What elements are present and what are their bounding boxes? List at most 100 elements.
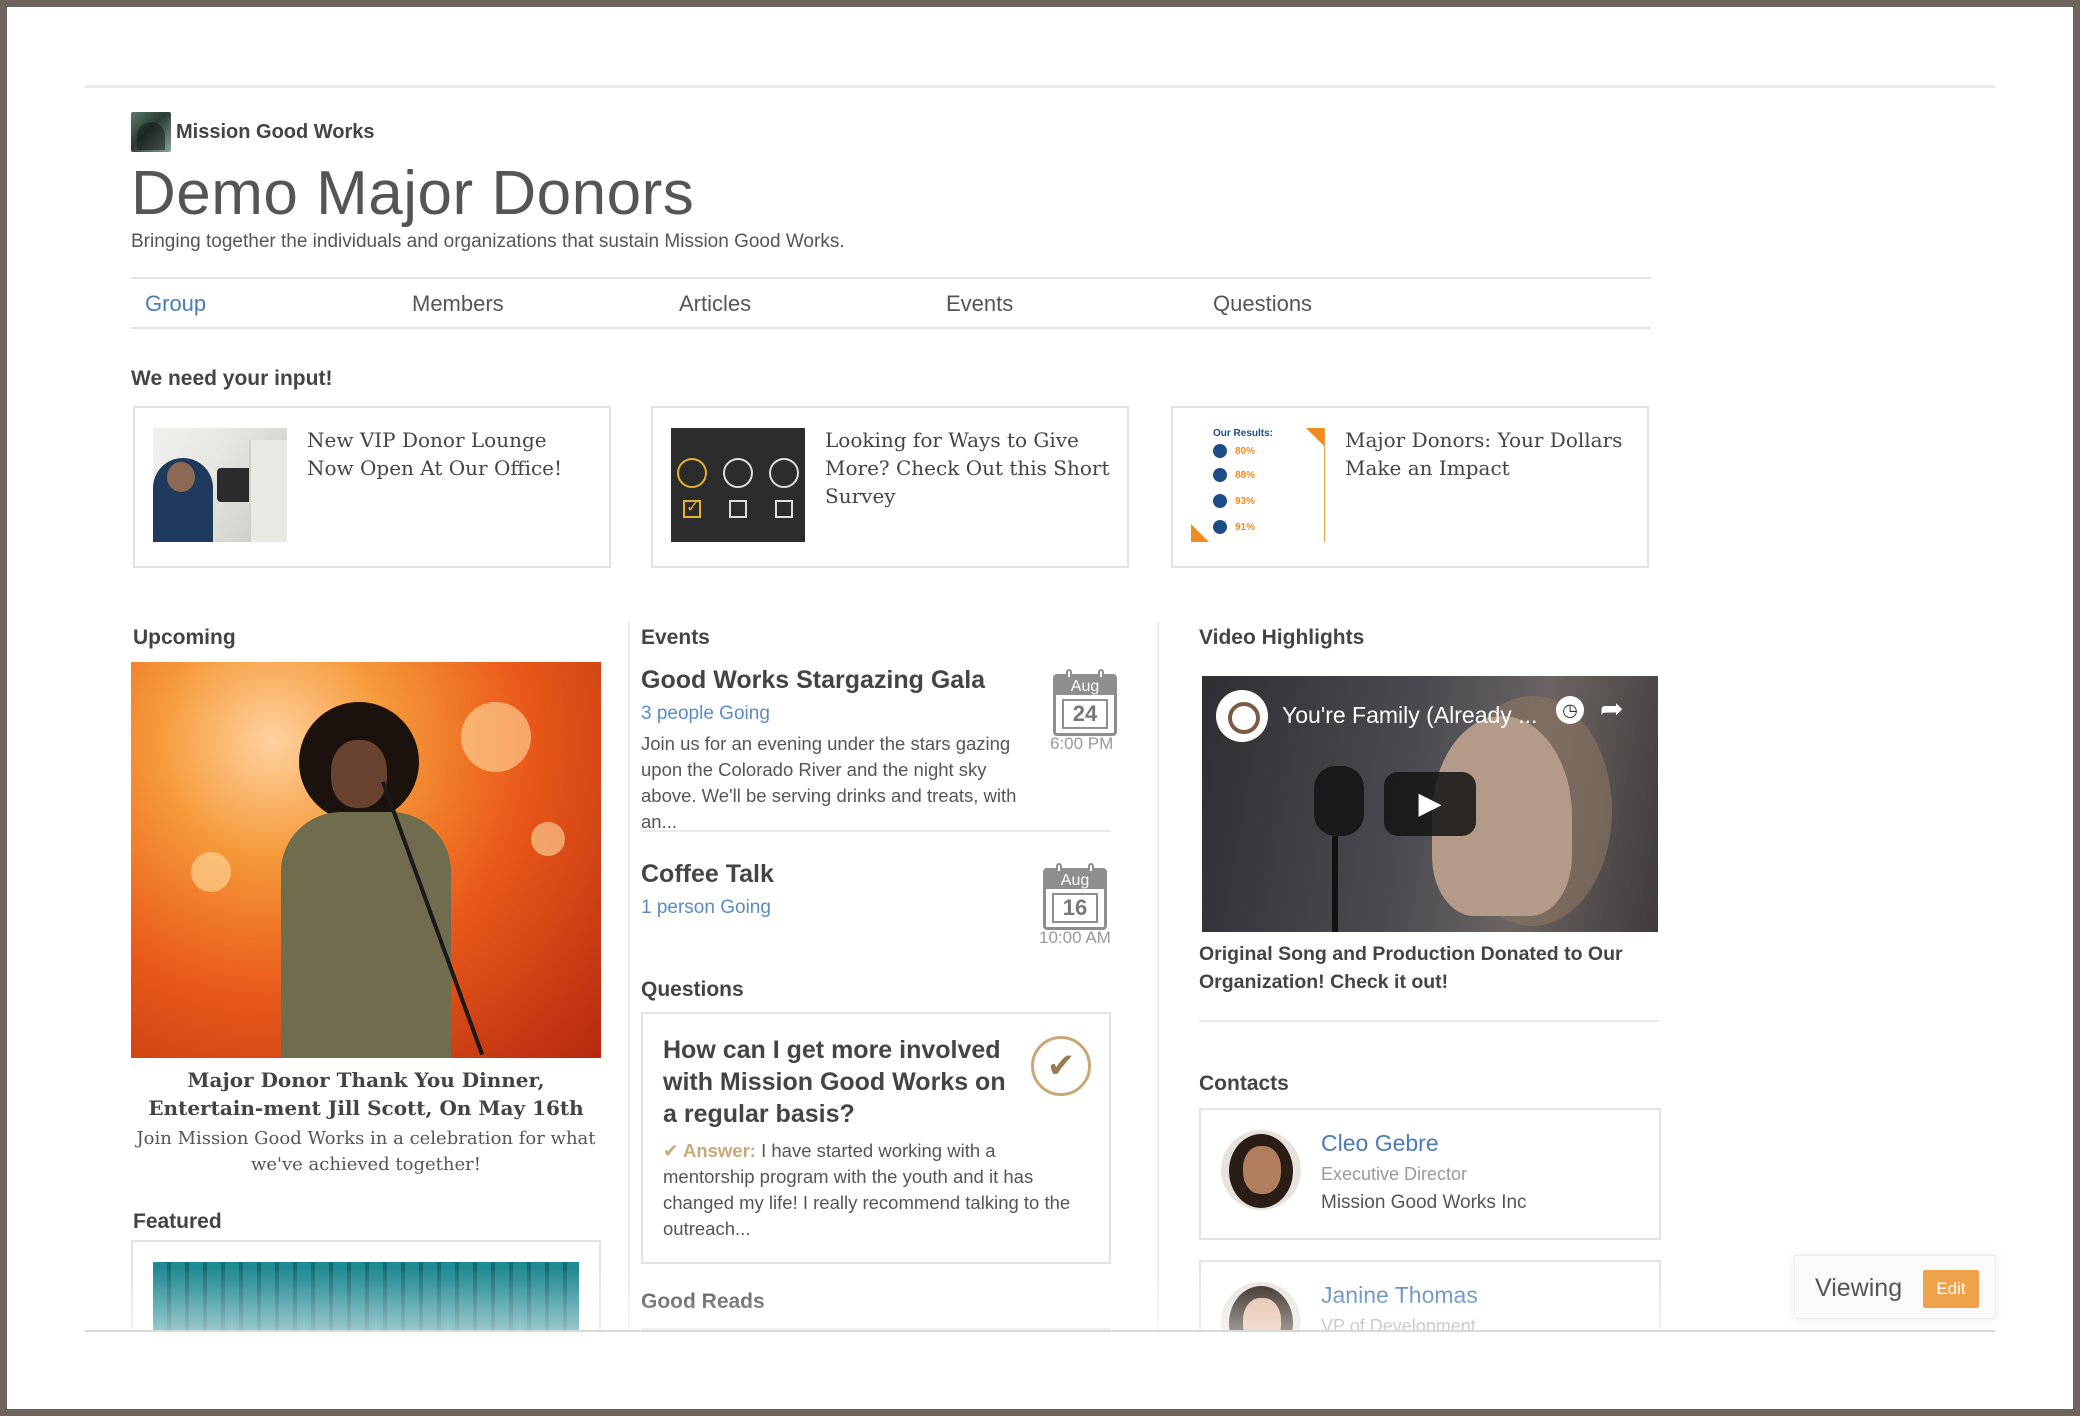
infographic-stat: 91% bbox=[1213, 520, 1255, 534]
tab-members[interactable]: Members bbox=[412, 291, 504, 317]
stage-light bbox=[191, 852, 231, 892]
person-head bbox=[167, 462, 195, 492]
promo-card-survey[interactable]: Looking for Ways to Give More? Check Out… bbox=[651, 406, 1129, 568]
promo-card-impact[interactable]: Our Results: 80% 88% 93% 91% Major Donor… bbox=[1171, 406, 1649, 568]
answered-check-icon: ✔ bbox=[1031, 1036, 1091, 1096]
viewing-label: Viewing bbox=[1815, 1274, 1903, 1302]
infographic-corner bbox=[1306, 428, 1324, 446]
tab-questions[interactable]: Questions bbox=[1213, 291, 1312, 317]
page-title: Demo Major Donors bbox=[131, 159, 695, 228]
group-tabs: Group Members Articles Events Questions bbox=[131, 277, 1651, 329]
share-icon[interactable]: ➦ bbox=[1600, 692, 1623, 725]
contact-organization: Mission Good Works Inc bbox=[1321, 1192, 1527, 1213]
singer-face bbox=[331, 740, 387, 808]
upcoming-event-description: Join Mission Good Works in a celebration… bbox=[136, 1128, 596, 1175]
event-time: 10:00 AM bbox=[1039, 928, 1111, 947]
event-attendance[interactable]: 1 person Going bbox=[641, 897, 1111, 919]
good-reads-heading: Good Reads bbox=[641, 1290, 765, 1313]
infographic-heading: Our Results: bbox=[1213, 428, 1274, 439]
contacts-heading: Contacts bbox=[1199, 1072, 1289, 1095]
check-icon: ✔ bbox=[663, 1140, 683, 1161]
tab-events[interactable]: Events bbox=[946, 291, 1013, 317]
question-title[interactable]: How can I get more involved with Mission… bbox=[663, 1034, 1023, 1130]
tab-group[interactable]: Group bbox=[145, 291, 206, 317]
upcoming-event-title[interactable]: Major Donor Thank You Dinner, Entertain-… bbox=[131, 1066, 601, 1122]
contact-role: VP of Development bbox=[1321, 1316, 1476, 1332]
brand[interactable]: Mission Good Works bbox=[131, 112, 375, 152]
video-microphone-stand bbox=[1332, 836, 1338, 932]
watch-later-icon[interactable]: ◷ bbox=[1556, 696, 1584, 724]
stat-icon bbox=[1213, 494, 1227, 508]
empty-box-icon bbox=[729, 500, 747, 518]
question-card[interactable]: How can I get more involved with Mission… bbox=[641, 1012, 1111, 1264]
promo-card-title: New VIP Donor Lounge Now Open At Our Off… bbox=[307, 428, 563, 480]
event-time: 6:00 PM bbox=[1050, 734, 1114, 753]
person-figure bbox=[153, 458, 213, 542]
checked-box-icon bbox=[683, 497, 701, 518]
stat-icon bbox=[1213, 520, 1227, 534]
event-title[interactable]: Good Works Stargazing Gala bbox=[641, 666, 1111, 695]
happy-face-icon bbox=[677, 458, 707, 488]
stat-icon bbox=[1213, 468, 1227, 482]
input-section-heading: We need your input! bbox=[131, 367, 333, 390]
infographic-corner bbox=[1191, 524, 1209, 542]
contact-card[interactable]: Cleo Gebre Executive Director Mission Go… bbox=[1199, 1108, 1661, 1240]
calendar-month: Aug bbox=[1056, 677, 1114, 695]
questions-heading: Questions bbox=[641, 978, 744, 1001]
tab-articles[interactable]: Articles bbox=[679, 291, 751, 317]
column-divider bbox=[628, 622, 630, 1330]
question-answer: ✔ Answer: I have started working with a … bbox=[663, 1138, 1083, 1242]
infographic-stat: 80% bbox=[1213, 444, 1255, 458]
upcoming-event-image[interactable] bbox=[131, 662, 601, 1058]
event-title[interactable]: Coffee Talk bbox=[641, 860, 1111, 889]
good-reads-card[interactable] bbox=[641, 1328, 1111, 1330]
promo-card-title: Looking for Ways to Give More? Check Out… bbox=[825, 428, 1110, 508]
brand-logo bbox=[131, 112, 171, 152]
featured-heading: Featured bbox=[133, 1210, 222, 1233]
calendar-icon: Aug 16 bbox=[1043, 863, 1107, 930]
featured-card[interactable] bbox=[131, 1240, 601, 1330]
promo-card-title: Major Donors: Your Dollars Make an Impac… bbox=[1345, 428, 1623, 480]
event-item[interactable]: Coffee Talk 1 person Going bbox=[641, 860, 1111, 919]
featured-image bbox=[153, 1262, 579, 1330]
calendar-day: 16 bbox=[1052, 893, 1098, 923]
calendar-day: 24 bbox=[1062, 699, 1108, 729]
events-heading: Events bbox=[641, 626, 710, 649]
person-figure-2 bbox=[249, 440, 287, 542]
avatar-face bbox=[1243, 1298, 1281, 1330]
survey-thumbnail bbox=[671, 428, 805, 542]
avatar[interactable] bbox=[1221, 1130, 1301, 1210]
sad-face-icon bbox=[769, 458, 799, 488]
play-button[interactable]: ▶ bbox=[1384, 772, 1476, 836]
stat-icon bbox=[1213, 444, 1227, 458]
stage-light bbox=[461, 702, 531, 772]
calendar-icon: Aug 24 bbox=[1053, 669, 1117, 736]
event-attendance[interactable]: 3 people Going bbox=[641, 703, 1111, 725]
avatar-face bbox=[1243, 1146, 1281, 1194]
avatar[interactable] bbox=[1221, 1282, 1301, 1330]
event-item[interactable]: Good Works Stargazing Gala 3 people Goin… bbox=[641, 666, 1111, 835]
infographic-stat: 88% bbox=[1213, 468, 1255, 482]
event-separator bbox=[641, 830, 1111, 832]
group-page: Mission Good Works Demo Major Donors Bri… bbox=[85, 85, 1995, 1332]
video-microphone bbox=[1314, 766, 1364, 836]
channel-logo-icon[interactable] bbox=[1216, 690, 1268, 742]
page-subtitle: Bringing together the individuals and or… bbox=[131, 231, 845, 252]
column-divider bbox=[1157, 622, 1159, 1330]
contact-name[interactable]: Cleo Gebre bbox=[1321, 1130, 1439, 1157]
singer-body bbox=[281, 812, 451, 1058]
upcoming-heading: Upcoming bbox=[133, 626, 236, 649]
neutral-face-icon bbox=[723, 458, 753, 488]
promo-card-donor-lounge[interactable]: New VIP Donor Lounge Now Open At Our Off… bbox=[133, 406, 611, 568]
video-highlights-heading: Video Highlights bbox=[1199, 626, 1365, 649]
stage-light bbox=[531, 822, 565, 856]
infographic-thumbnail: Our Results: 80% 88% 93% 91% bbox=[1191, 428, 1325, 542]
video-title[interactable]: You're Family (Already ... bbox=[1282, 702, 1537, 729]
contact-name[interactable]: Janine Thomas bbox=[1321, 1282, 1478, 1309]
contact-role: Executive Director bbox=[1321, 1164, 1468, 1184]
edit-button[interactable]: Edit bbox=[1923, 1270, 1979, 1308]
donor-lounge-thumbnail bbox=[153, 428, 287, 542]
video-player[interactable]: You're Family (Already ... ◷ ➦ ▶ bbox=[1202, 676, 1658, 932]
contact-card[interactable]: Janine Thomas VP of Development bbox=[1199, 1260, 1661, 1332]
answer-label: ✔ Answer: bbox=[663, 1140, 756, 1161]
